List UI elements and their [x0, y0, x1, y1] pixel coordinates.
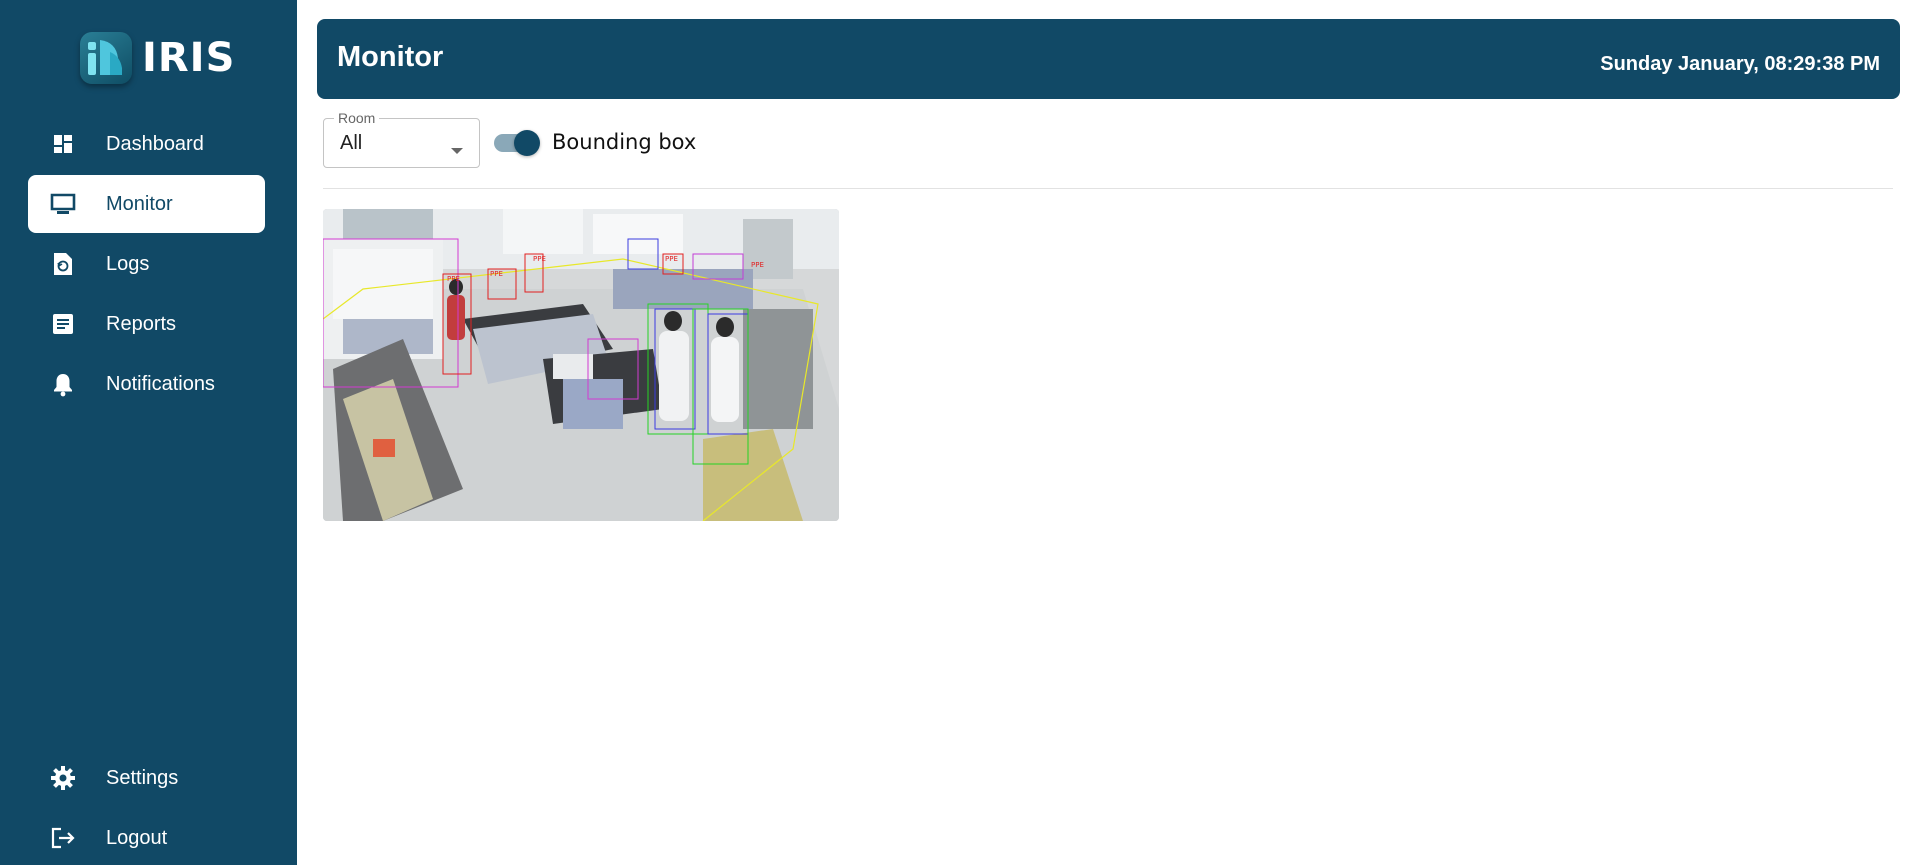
sidebar-item-label: Settings — [106, 766, 179, 789]
sidebar-item-label: Dashboard — [106, 132, 204, 155]
chevron-down-icon — [451, 141, 463, 159]
main-content: Monitor Sunday January, 08:29:38 PM Room… — [297, 0, 1913, 865]
sidebar-item-notifications[interactable]: Notifications — [28, 355, 265, 413]
room-select-value: All — [340, 132, 363, 154]
app-name: IRIS — [142, 35, 236, 81]
sidebar-item-monitor[interactable]: Monitor — [28, 175, 265, 233]
overlay-label: PPE — [751, 261, 764, 269]
sidebar-item-label: Monitor — [106, 192, 173, 215]
sidebar-item-label: Reports — [106, 312, 177, 335]
overlay-label: PPE — [665, 255, 678, 263]
sidebar-item-reports[interactable]: Reports — [28, 295, 265, 353]
camera-feed[interactable]: PPE PPE PPE PPE PPE — [323, 209, 839, 521]
toggle-thumb — [514, 130, 540, 156]
current-datetime: Sunday January, 08:29:38 PM — [1600, 53, 1880, 75]
room-select-label: Room — [334, 110, 380, 126]
sidebar-item-logout[interactable]: Logout — [28, 809, 265, 865]
sidebar-item-settings[interactable]: Settings — [28, 749, 265, 807]
bounding-box-toggle[interactable] — [494, 130, 542, 156]
app-logo[interactable]: IRIS — [80, 32, 235, 84]
room-select[interactable]: Room All — [323, 110, 480, 168]
sidebar-item-label: Logs — [106, 252, 150, 275]
gear-icon — [50, 765, 76, 791]
sidebar-item-label: Notifications — [106, 372, 215, 395]
sidebar-item-dashboard[interactable]: Dashboard — [28, 115, 265, 173]
sidebar: IRIS Dashboard Monitor Logs Reports Noti… — [0, 0, 297, 865]
overlay-label: PPE — [490, 270, 503, 278]
camera-feed-image: PPE PPE PPE PPE PPE — [323, 209, 839, 521]
monitor-icon — [50, 191, 76, 217]
sidebar-item-logs[interactable]: Logs — [28, 235, 265, 293]
sidebar-item-label: Logout — [106, 826, 168, 849]
bell-icon — [50, 371, 76, 397]
page-title: Monitor — [337, 41, 444, 73]
overlay-label: PPE — [447, 275, 460, 283]
dashboard-icon — [50, 131, 76, 157]
logout-icon — [50, 825, 76, 851]
overlay-label: PPE — [533, 255, 546, 263]
logs-icon — [50, 251, 76, 277]
page-header: Monitor Sunday January, 08:29:38 PM — [317, 19, 1900, 99]
divider — [323, 188, 1893, 189]
reports-icon — [50, 311, 76, 337]
bounding-box-label: Bounding box — [552, 130, 697, 154]
iris-logo-icon — [80, 32, 132, 84]
